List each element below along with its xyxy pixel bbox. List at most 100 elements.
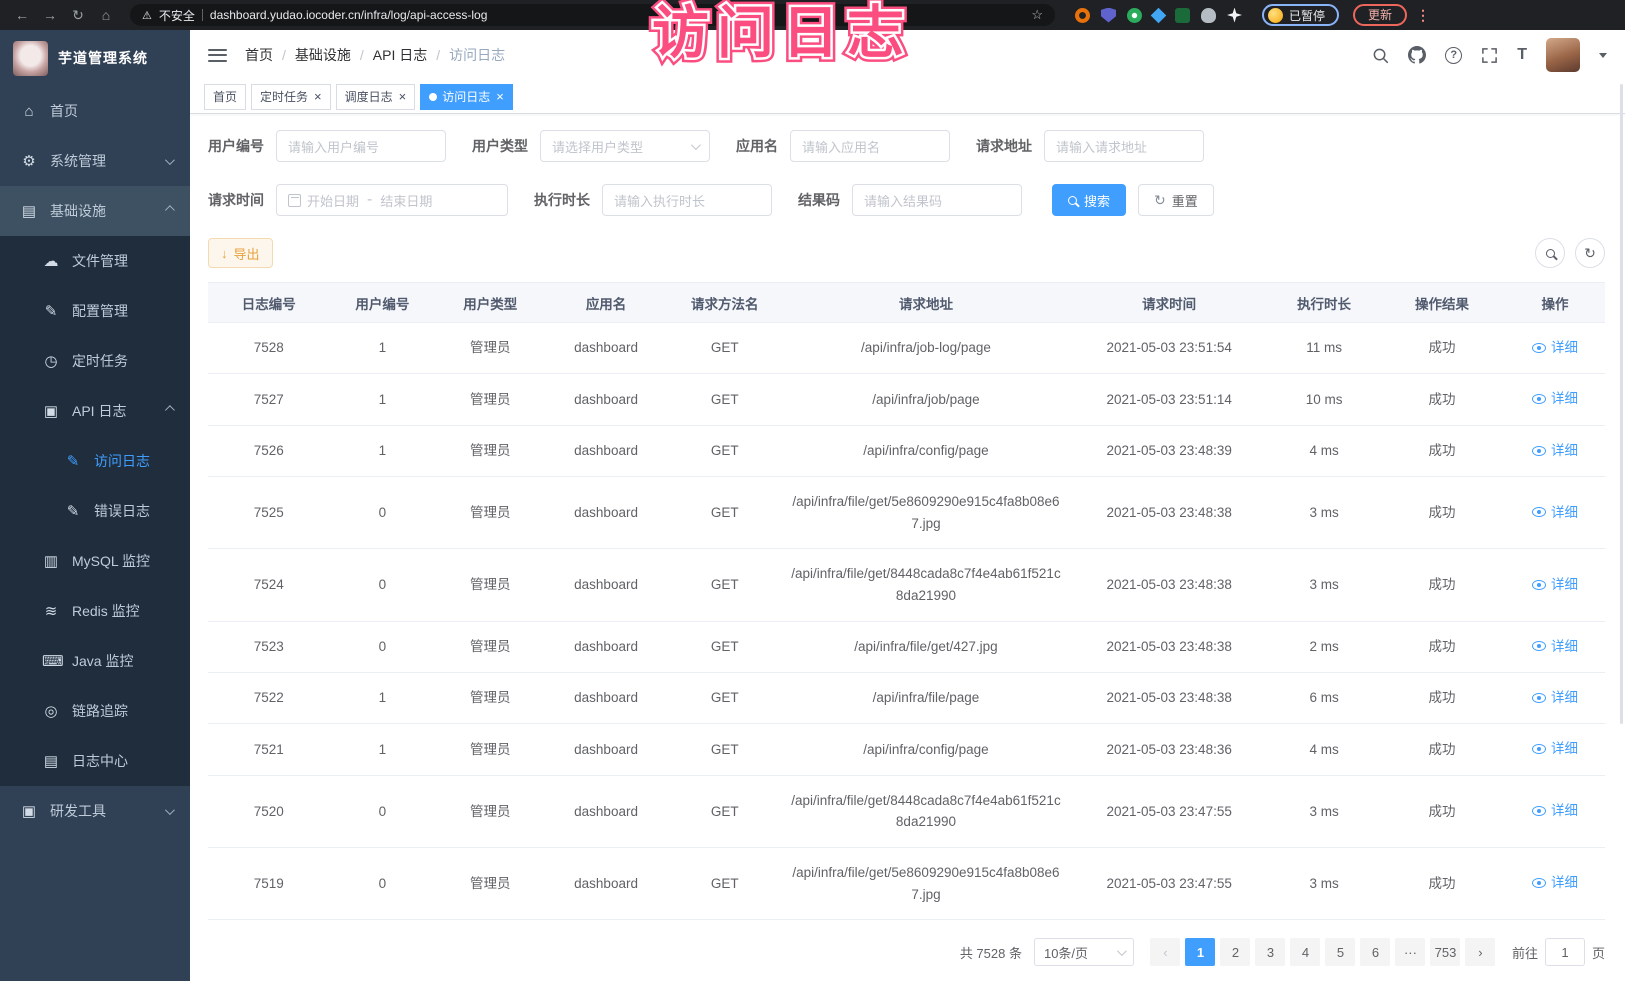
detail-link[interactable]: 详细 [1532, 872, 1578, 894]
next-page-button[interactable]: › [1465, 938, 1495, 966]
page-button-2[interactable]: 2 [1220, 938, 1250, 966]
sidebar-item-devtools[interactable]: ▣研发工具 [0, 786, 190, 836]
detail-link[interactable]: 详细 [1532, 502, 1578, 524]
page-size-select[interactable]: 10条/页 [1034, 938, 1134, 966]
detail-link[interactable]: 详细 [1532, 574, 1578, 596]
sidebar-item-trace[interactable]: ◎链路追踪 [0, 686, 190, 736]
cell-duration: 11 ms [1269, 323, 1379, 374]
tab-label: 定时任务 [260, 88, 308, 105]
chevron-down-icon[interactable] [1599, 53, 1607, 58]
table-row: 75261管理员dashboardGET/api/infra/config/pa… [208, 425, 1605, 476]
breadcrumb-item[interactable]: 基础设施 [295, 45, 351, 65]
cell-action: 详细 [1505, 672, 1605, 723]
profile-pill[interactable]: 已暂停 [1262, 4, 1339, 26]
user-avatar[interactable] [1546, 38, 1580, 72]
sidebar-item-label: 链路追踪 [72, 701, 172, 721]
detail-link[interactable]: 详细 [1532, 738, 1578, 760]
tab-access-log[interactable]: 访问日志× [420, 84, 513, 110]
result-code-input[interactable]: 请输入结果码 [852, 184, 1022, 216]
blue-diamond-extension-icon[interactable] [1151, 7, 1167, 23]
tab-job-log[interactable]: 调度日志× [336, 84, 416, 110]
browser-home-button[interactable]: ⌂ [94, 7, 118, 23]
user-id-input[interactable]: 请输入用户编号 [276, 130, 446, 162]
cell-time: 2021-05-03 23:48:36 [1069, 724, 1269, 775]
page-button-3[interactable]: 3 [1255, 938, 1285, 966]
user-type-select[interactable]: 请选择用户类型 [540, 130, 710, 162]
detail-link[interactable]: 详细 [1532, 800, 1578, 822]
calendar-icon [288, 194, 301, 207]
green-circle-extension-icon[interactable] [1127, 8, 1142, 23]
breadcrumb-item[interactable]: 首页 [245, 45, 273, 65]
reset-button[interactable]: ↻重置 [1138, 184, 1214, 216]
address-bar[interactable]: ⚠ 不安全 dashboard.yudao.iocoder.cn/infra/l… [130, 4, 1055, 26]
request-url-input[interactable]: 请输入请求地址 [1044, 130, 1204, 162]
cell-user_id: 1 [330, 374, 436, 425]
sidebar-menu: ⌂首页⚙系统管理▤基础设施☁文件管理✎配置管理◷定时任务▣API 日志✎访问日志… [0, 86, 190, 981]
export-button[interactable]: ↓ 导出 [208, 238, 273, 268]
font-size-icon[interactable]: T [1517, 46, 1527, 64]
github-icon[interactable] [1408, 46, 1426, 64]
scrollbar[interactable] [1620, 84, 1623, 724]
gray-person-extension-icon[interactable] [1201, 8, 1216, 23]
browser-forward-button[interactable]: → [38, 7, 62, 23]
tab-close-icon[interactable]: × [496, 90, 504, 103]
app-name-input[interactable]: 请输入应用名 [790, 130, 950, 162]
search-icon[interactable] [1372, 47, 1389, 64]
breadcrumb-separator: / [282, 47, 286, 63]
breadcrumb-item[interactable]: API 日志 [373, 45, 427, 65]
page-button-5[interactable]: 5 [1325, 938, 1355, 966]
help-icon[interactable]: ? [1445, 47, 1462, 64]
sidebar-item-infra[interactable]: ▤基础设施 [0, 186, 190, 236]
browser-reload-button[interactable]: ↻ [66, 7, 90, 24]
tab-home[interactable]: 首页 [204, 84, 246, 110]
goto-page-input[interactable]: 1 [1545, 938, 1585, 966]
table-row: 75190管理员dashboardGET/api/infra/file/get/… [208, 847, 1605, 919]
app-logo[interactable]: 芋道管理系统 [0, 30, 190, 86]
green-square-extension-icon[interactable] [1175, 8, 1190, 23]
page-button-1[interactable]: 1 [1185, 938, 1215, 966]
page-button-4[interactable]: 4 [1290, 938, 1320, 966]
tab-close-icon[interactable]: × [399, 90, 407, 103]
sidebar-item-api-log[interactable]: ▣API 日志 [0, 386, 190, 436]
refresh-table-button[interactable]: ↻ [1575, 238, 1605, 268]
sidebar-item-home[interactable]: ⌂首页 [0, 86, 190, 136]
sidebar-item-java[interactable]: ⌨Java 监控 [0, 636, 190, 686]
page-button-753[interactable]: 753 [1430, 938, 1460, 966]
request-time-range-picker[interactable]: 开始日期-结束日期 [276, 184, 508, 216]
more-pages-button[interactable]: ··· [1395, 938, 1425, 966]
browser-menu-icon[interactable]: ⋮ [1411, 7, 1435, 24]
sidebar-item-log-center[interactable]: ▤日志中心 [0, 736, 190, 786]
fullscreen-icon[interactable] [1481, 47, 1498, 64]
sidebar-item-access-log[interactable]: ✎访问日志 [0, 436, 190, 486]
browser-back-button[interactable]: ← [10, 7, 34, 23]
browser-update-button[interactable]: 更新 [1353, 4, 1407, 26]
duration-input[interactable]: 请输入执行时长 [602, 184, 772, 216]
search-button[interactable]: 搜索 [1052, 184, 1126, 216]
sidebar-item-mysql[interactable]: ▥MySQL 监控 [0, 536, 190, 586]
detail-link[interactable]: 详细 [1532, 687, 1578, 709]
sidebar-item-redis[interactable]: ≋Redis 监控 [0, 586, 190, 636]
shield-extension-icon[interactable] [1101, 8, 1116, 23]
sidebar-item-label: 访问日志 [94, 451, 172, 471]
orange-donut-extension-icon[interactable] [1075, 8, 1090, 23]
detail-link[interactable]: 详细 [1532, 440, 1578, 462]
hamburger-icon[interactable] [208, 49, 227, 62]
tab-close-icon[interactable]: × [314, 90, 322, 103]
detail-link[interactable]: 详细 [1532, 337, 1578, 359]
sidebar-item-job[interactable]: ◷定时任务 [0, 336, 190, 386]
detail-link[interactable]: 详细 [1532, 388, 1578, 410]
sidebar-item-file[interactable]: ☁文件管理 [0, 236, 190, 286]
prev-page-button[interactable]: ‹ [1150, 938, 1180, 966]
sidebar-item-config[interactable]: ✎配置管理 [0, 286, 190, 336]
white-pinwheel-extension-icon[interactable] [1227, 8, 1242, 23]
toggle-search-button[interactable] [1535, 238, 1565, 268]
sidebar-item-error-log[interactable]: ✎错误日志 [0, 486, 190, 536]
cell-url: /api/infra/file/get/427.jpg [783, 621, 1070, 672]
bookmark-star-icon[interactable]: ☆ [1031, 7, 1043, 23]
detail-link[interactable]: 详细 [1532, 636, 1578, 658]
sidebar-item-system[interactable]: ⚙系统管理 [0, 136, 190, 186]
page-button-6[interactable]: 6 [1360, 938, 1390, 966]
cell-method: GET [667, 374, 783, 425]
tab-job[interactable]: 定时任务 × [251, 84, 331, 110]
search-button-label: 搜索 [1084, 191, 1110, 210]
